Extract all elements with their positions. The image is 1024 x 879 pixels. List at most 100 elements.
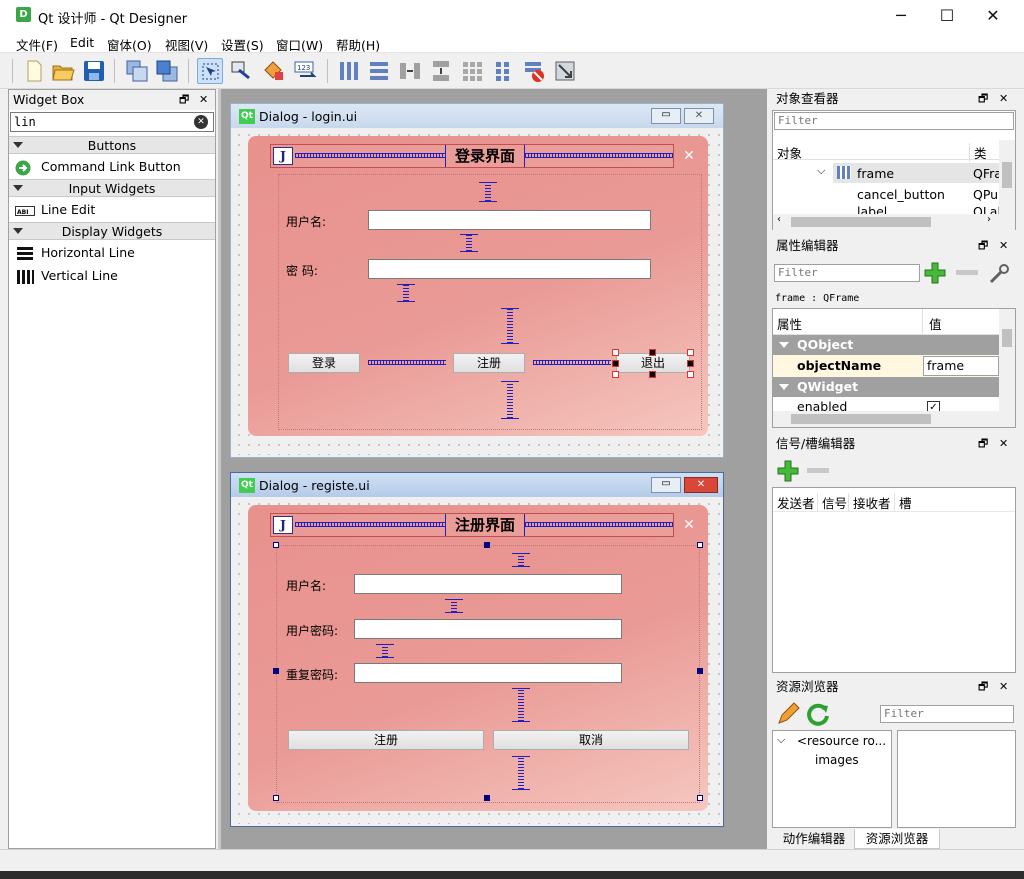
reg-cancel-button[interactable]: 取消 (493, 730, 689, 750)
add-property-icon[interactable] (923, 261, 949, 285)
vertical-scrollbar[interactable] (999, 140, 1015, 214)
edit-tab-order-icon[interactable]: 123 (292, 58, 318, 84)
selection-handle[interactable] (687, 371, 694, 378)
tab-action-editor[interactable]: 动作编辑器 (776, 829, 852, 849)
category-buttons[interactable]: Buttons (9, 136, 215, 154)
close-dock-icon[interactable]: ✕ (999, 89, 1008, 109)
selection-handle[interactable] (649, 349, 656, 356)
tab-resource-browser[interactable]: 资源浏览器 (854, 829, 940, 849)
reg-password-input[interactable] (354, 619, 622, 639)
category-display-widgets[interactable]: Display Widgets (9, 222, 215, 240)
chevron-down-icon[interactable] (779, 384, 789, 390)
menu-view[interactable]: 视图(V) (165, 35, 208, 54)
selection-handle[interactable] (697, 542, 703, 548)
close-dock-icon[interactable]: ✕ (199, 90, 208, 110)
property-row-objectname[interactable]: objectName frame (773, 355, 999, 377)
widget-item-vertical-line[interactable]: Vertical Line (15, 266, 118, 286)
subwin-close-icon[interactable]: ✕ (684, 477, 718, 493)
selection-handle[interactable] (612, 371, 619, 378)
chevron-down-icon[interactable]: ⌵ (777, 733, 785, 747)
layout-h-splitter-icon[interactable] (397, 58, 423, 84)
password-input[interactable] (368, 259, 651, 279)
selection-handle[interactable] (612, 349, 619, 356)
layout-v-splitter-icon[interactable] (428, 58, 454, 84)
subwin-close-icon[interactable]: ✕ (684, 108, 714, 124)
reload-icon[interactable] (805, 701, 831, 727)
menu-form[interactable]: 窗体(O) (107, 35, 152, 54)
send-to-back-icon[interactable] (124, 58, 150, 84)
layout-form-icon[interactable] (490, 58, 516, 84)
menu-file[interactable]: 文件(F) (16, 35, 58, 54)
register-close-icon[interactable]: ✕ (677, 515, 701, 535)
property-group-qwidget[interactable]: QWidget (773, 377, 999, 397)
menu-help[interactable]: 帮助(H) (336, 35, 380, 54)
layout-grid-icon[interactable] (459, 58, 485, 84)
selection-handle[interactable] (273, 795, 279, 801)
save-icon[interactable] (81, 58, 107, 84)
remove-connection-icon[interactable] (807, 468, 829, 473)
float-icon[interactable]: 🗗 (978, 236, 988, 256)
register-window-titlebar[interactable]: Qt Dialog - registe.ui ▭ ✕ (231, 473, 723, 497)
selection-handle[interactable] (649, 371, 656, 378)
chevron-down-icon[interactable] (779, 342, 789, 348)
minimize-button[interactable]: ─ (878, 0, 924, 31)
login-close-icon[interactable]: ✕ (677, 146, 701, 166)
reg-username-input[interactable] (354, 574, 622, 594)
username-input[interactable] (368, 210, 651, 230)
register-frame[interactable]: J 注册界面 ✕ 用户名: 用户密码: 重复密码: 注册 取消 (248, 505, 708, 811)
register-form-window[interactable]: Qt Dialog - registe.ui ▭ ✕ J 注册界面 ✕ 用户名:… (230, 472, 724, 827)
horizontal-scrollbar[interactable]: ‹ › (773, 214, 1015, 230)
reg-register-button[interactable]: 注册 (288, 730, 484, 750)
widget-search-input[interactable]: lin ✕ (10, 112, 214, 132)
vertical-scrollbar[interactable] (999, 309, 1015, 411)
login-button[interactable]: 登录 (288, 353, 360, 373)
float-icon[interactable]: 🗗 (978, 434, 988, 454)
float-icon[interactable]: 🗗 (978, 677, 988, 697)
selection-handle[interactable] (687, 360, 694, 367)
menu-settings[interactable]: 设置(S) (221, 35, 264, 54)
layout-horizontal-icon[interactable] (336, 58, 362, 84)
resource-root-item[interactable]: <resource ro... (797, 734, 886, 748)
close-dock-icon[interactable]: ✕ (999, 434, 1008, 454)
open-folder-icon[interactable] (50, 58, 76, 84)
register-button[interactable]: 注册 (453, 353, 525, 373)
horizontal-scrollbar[interactable] (773, 411, 1015, 427)
property-filter-input[interactable]: Filter (774, 264, 920, 282)
new-file-icon[interactable] (21, 58, 47, 84)
object-filter-input[interactable]: Filter (774, 112, 1014, 130)
close-dock-icon[interactable]: ✕ (999, 236, 1008, 256)
subwin-minimize-icon[interactable]: ▭ (651, 108, 681, 124)
edit-buddies-icon[interactable] (261, 58, 287, 84)
add-connection-icon[interactable] (776, 460, 800, 482)
selection-handle[interactable] (273, 668, 279, 674)
chevron-down-icon[interactable]: ⌵ (817, 164, 825, 178)
widget-item-command-link-button[interactable]: Command Link Button (15, 157, 181, 177)
widget-item-horizontal-line[interactable]: Horizontal Line (15, 243, 135, 263)
remove-property-icon[interactable] (956, 270, 978, 275)
selection-handle[interactable] (484, 542, 490, 548)
login-window-titlebar[interactable]: Qt Dialog - login.ui ▭ ✕ (231, 104, 723, 128)
selection-handle[interactable] (697, 795, 703, 801)
edit-widgets-icon[interactable] (197, 58, 223, 84)
splitter[interactable] (218, 89, 221, 849)
login-frame[interactable]: J 登录界面 ✕ 用户名: 密 码: 登录 注册 退出 (248, 136, 708, 436)
float-icon[interactable]: 🗗 (179, 90, 189, 110)
resource-images-item[interactable]: images (815, 753, 859, 767)
subwin-minimize-icon[interactable]: ▭ (651, 477, 681, 493)
tree-row-cancel-button[interactable]: cancel_button QPu (833, 184, 999, 204)
tree-row-frame[interactable]: ⌵ frame QFra (817, 163, 1002, 183)
selection-handle[interactable] (687, 349, 694, 356)
float-icon[interactable]: 🗗 (978, 89, 988, 109)
widget-item-line-edit[interactable]: ABI Line Edit (15, 200, 95, 220)
wrench-icon[interactable] (987, 262, 1011, 286)
close-dock-icon[interactable]: ✕ (999, 677, 1008, 697)
clear-search-icon[interactable]: ✕ (194, 115, 208, 129)
property-group-qobject[interactable]: QObject (773, 335, 999, 355)
object-name-input[interactable]: frame (923, 356, 999, 376)
break-layout-icon[interactable] (521, 58, 547, 84)
close-button[interactable]: ✕ (970, 0, 1016, 31)
menu-window[interactable]: 窗口(W) (276, 35, 323, 54)
login-form-window[interactable]: Qt Dialog - login.ui ▭ ✕ J 登录界面 ✕ 用户名: 密… (230, 103, 724, 458)
category-input-widgets[interactable]: Input Widgets (9, 179, 215, 197)
edit-signals-slots-icon[interactable] (229, 58, 255, 84)
